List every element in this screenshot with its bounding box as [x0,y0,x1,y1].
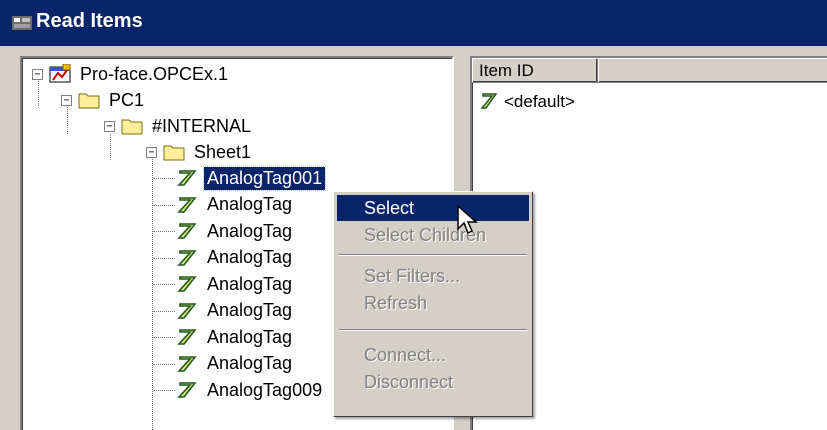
tree-node-tag[interactable]: AnalogTag [176,192,295,218]
window-title: Read Items [36,10,143,32]
tree-label-root: Pro-face.OPCEx.1 [80,63,229,84]
tag-icon [176,248,198,268]
tag-icon [176,274,198,294]
tree-label-tag: AnalogTag [207,194,293,214]
folder-icon [78,90,100,110]
menu-item-refresh[interactable]: Refresh [337,290,529,316]
tree-node-root[interactable]: − Pro-face.OPCEx.1 [32,61,231,87]
tree-label-tag: AnalogTag001 [202,165,327,191]
tag-icon [176,327,198,347]
column-header-item-id[interactable]: Item ID [472,58,598,82]
collapse-icon[interactable]: − [104,120,115,132]
tag-icon [176,195,198,215]
tree-node-tag[interactable]: AnalogTag [176,324,295,350]
mouse-pointer-icon [457,205,478,235]
tree-node-internal[interactable]: − #INTERNAL [104,113,254,139]
tree-line [153,204,175,206]
tree-label-tag: AnalogTag [207,326,293,347]
tree-label-pc1: PC1 [109,89,145,110]
menu-separator [339,329,527,331]
context-menu: Select Select Children Set Filters... Re… [333,191,533,417]
app-icon [12,16,32,30]
tag-icon [176,380,198,400]
tree-label-internal: #INTERNAL [152,115,252,136]
list-item-label: <default> [504,92,575,111]
tree-line [153,337,175,338]
tree-label-tag: AnalogTag [207,220,293,241]
menu-separator [339,254,527,256]
tree-line [153,363,175,365]
tree-node-tag[interactable]: AnalogTag009 [176,377,325,403]
tag-icon [176,168,198,188]
tree-line [153,390,175,391]
tree-line [153,231,175,232]
collapse-icon[interactable]: − [32,68,43,80]
tree-node-tag[interactable]: AnalogTag [176,245,295,271]
tree-node-tag[interactable]: AnalogTag001 [176,165,327,191]
tree-line [153,310,175,312]
tag-icon [176,301,198,321]
tree-label-tag: AnalogTag [207,300,293,320]
tree-line [153,284,175,285]
tree-node-pc1[interactable]: − PC1 [61,87,147,113]
list-item[interactable]: <default> [480,92,575,112]
tree-label-tag: AnalogTag [207,273,293,294]
collapse-icon[interactable]: − [61,94,72,106]
tree-label-tag: AnalogTag [207,353,293,373]
menu-item-disconnect[interactable]: Disconnect [337,369,529,395]
folder-icon [163,142,185,162]
menu-item-set-filters[interactable]: Set Filters... [337,263,529,289]
menu-item-select-children[interactable]: Select Children [337,222,529,248]
column-header: Item ID [472,58,827,83]
tree-node-tag[interactable]: AnalogTag [176,271,295,297]
tree-node-tag[interactable]: AnalogTag [176,218,295,244]
server-icon [49,63,71,84]
tree-node-sheet1[interactable]: − Sheet1 [146,139,254,165]
menu-item-connect[interactable]: Connect... [337,342,529,368]
tree-label-tag: AnalogTag [207,247,293,267]
tree-line [153,257,175,259]
tag-icon [176,354,198,374]
folder-icon [121,116,143,136]
title-bar: Read Items [0,0,827,46]
collapse-icon[interactable]: − [146,146,157,158]
tag-icon [176,221,198,241]
tag-icon [480,92,498,112]
tree-line [152,156,153,430]
tree-label-tag: AnalogTag009 [207,379,323,400]
tree-node-tag[interactable]: AnalogTag [176,351,295,377]
menu-item-select[interactable]: Select [337,195,529,221]
tree-line [153,178,175,179]
tree-node-tag[interactable]: AnalogTag [176,298,295,324]
tree-label-sheet1: Sheet1 [194,141,252,162]
column-header-empty[interactable] [598,58,827,82]
